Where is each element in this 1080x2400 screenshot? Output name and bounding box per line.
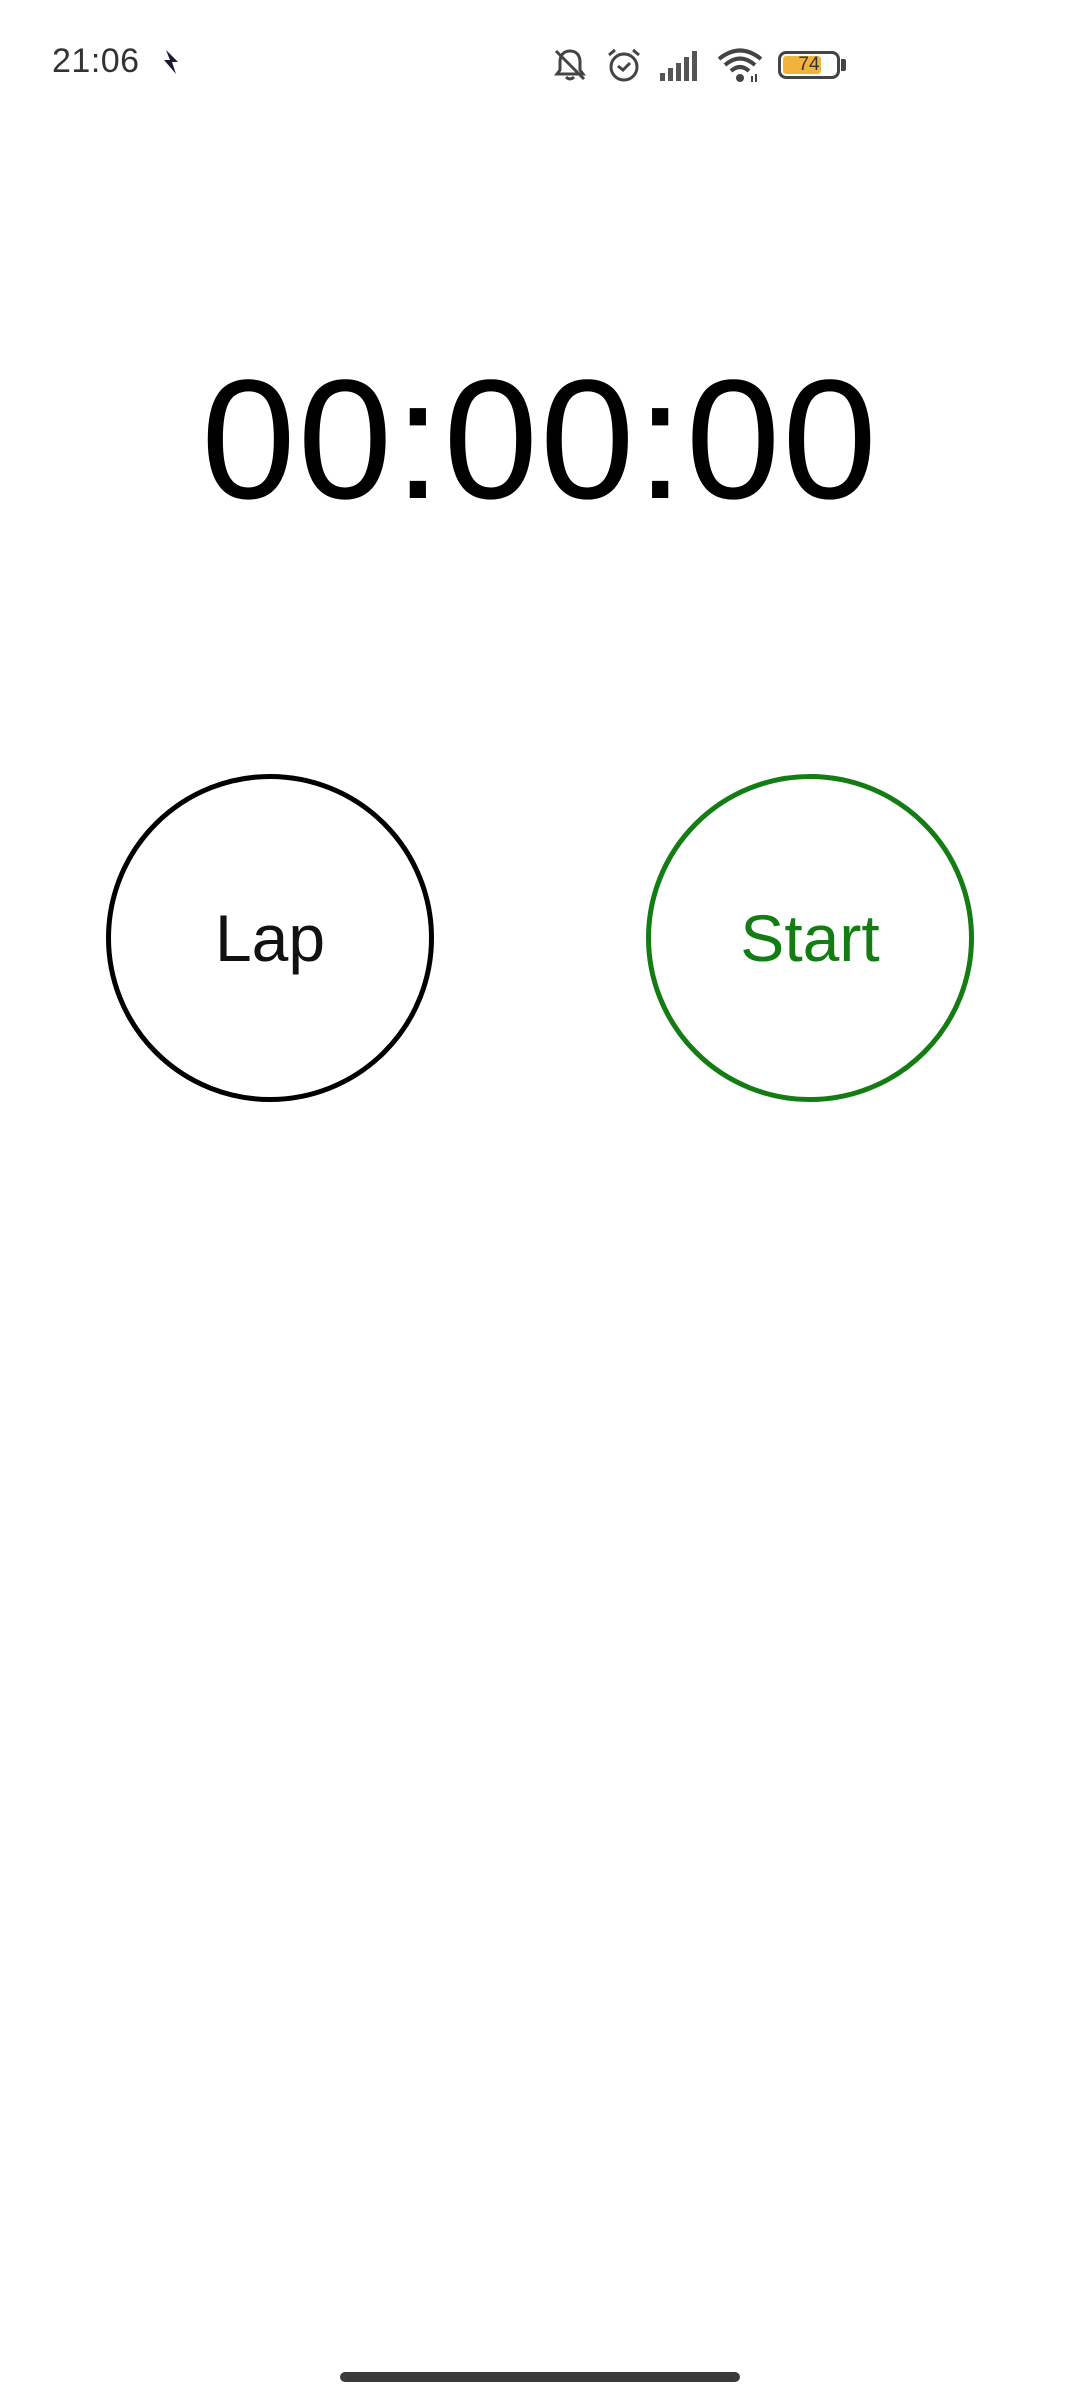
battery-percent: 74 — [798, 54, 820, 75]
app-notification-icon — [160, 48, 184, 76]
signal-icon — [658, 47, 702, 83]
home-indicator[interactable] — [340, 2372, 740, 2382]
lap-button[interactable]: Lap — [106, 774, 434, 1102]
stopwatch-display: 00:00:00 — [201, 345, 879, 535]
status-icons: 74 — [550, 40, 848, 90]
status-time: 21:06 — [52, 42, 140, 80]
wifi-icon — [716, 46, 764, 84]
battery-icon: 74 — [778, 49, 848, 81]
start-button[interactable]: Start — [646, 774, 974, 1102]
bell-muted-icon — [550, 45, 590, 85]
alarm-clock-icon — [604, 45, 644, 85]
status-bar: 21:06 74 — [0, 0, 1080, 130]
